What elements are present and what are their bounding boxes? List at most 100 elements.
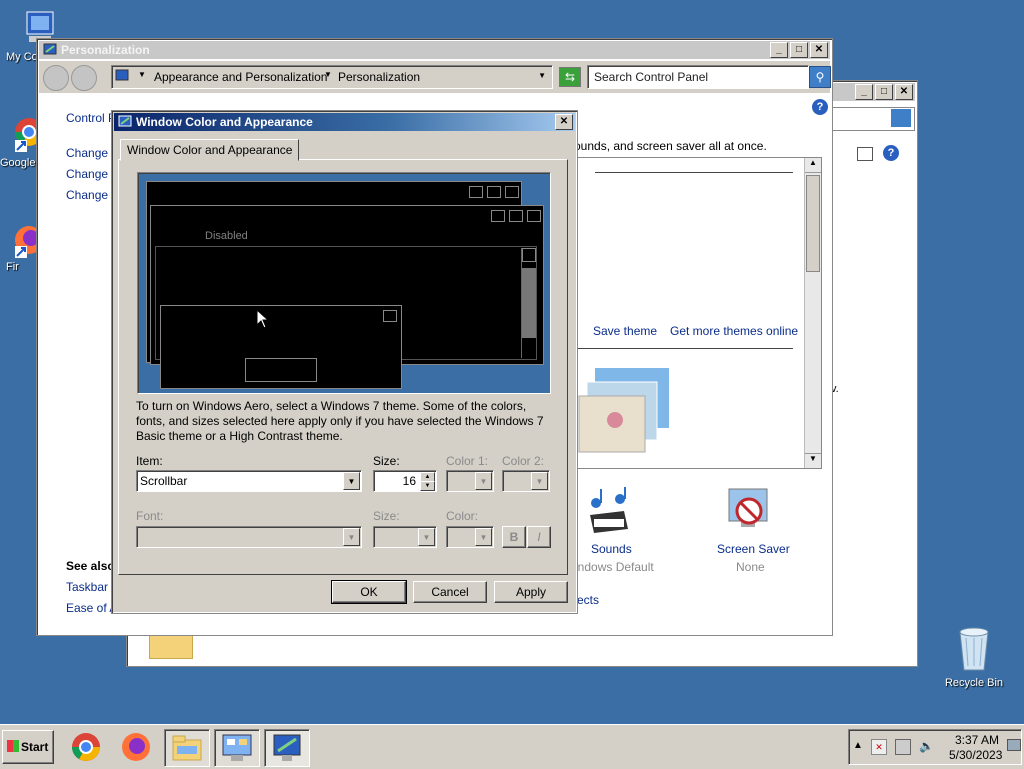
taskbar: Start ▲ ✕ 🔈 3:37 AM 5/30/2023 (0, 724, 1024, 769)
sounds-label[interactable]: Sounds (591, 542, 632, 556)
preview-button (527, 210, 541, 222)
item-select[interactable]: Scrollbar ▼ (136, 470, 362, 492)
volume-muted-icon[interactable]: 🔈 (919, 739, 934, 753)
font-color-label: Color: (446, 509, 479, 523)
breadcrumb-appearance[interactable]: Appearance and Personalization (154, 70, 327, 84)
left-link-3[interactable]: Change y (66, 188, 117, 202)
chrome-shortcut-icon (15, 118, 43, 152)
get-more-themes-link[interactable]: Get more themes online (670, 324, 798, 338)
search-icon[interactable] (891, 109, 911, 127)
chevron-down-icon[interactable]: ▼ (418, 528, 435, 546)
help-icon[interactable]: ? (883, 145, 899, 161)
see-also-link-ease[interactable]: Ease of A (66, 601, 117, 615)
chevron-down-icon[interactable]: ▼ (531, 472, 548, 490)
start-button[interactable]: Start (2, 730, 54, 764)
start-label: Start (21, 740, 49, 754)
back-button[interactable] (43, 65, 69, 91)
color1-picker[interactable]: ▼ (446, 470, 494, 492)
taskbar-control-panel[interactable] (214, 729, 260, 767)
appearance-preview[interactable]: Disabled (137, 172, 551, 394)
size-spinner[interactable]: 16 ▲ ▼ (373, 470, 437, 492)
minimize-button[interactable]: _ (855, 84, 873, 100)
show-hidden-icons-icon[interactable]: ▲ (853, 740, 863, 751)
refresh-icon[interactable]: ⇆ (559, 67, 581, 87)
view-toggle-icon[interactable] (857, 147, 873, 161)
color1-label: Color 1: (446, 454, 489, 468)
sounds-sublabel: indows Default (575, 560, 654, 574)
taskbar-firefox[interactable] (114, 729, 158, 765)
preview-scrollbar (521, 248, 536, 358)
preview-button (469, 186, 483, 198)
close-button[interactable]: ✕ (555, 114, 573, 130)
chevron-down-icon[interactable]: ▼ (343, 472, 360, 490)
maximize-button[interactable]: □ (875, 84, 893, 100)
sounds-icon[interactable] (584, 485, 634, 535)
control-panel-icon (222, 734, 252, 761)
scroll-down-icon[interactable]: ▼ (805, 453, 821, 468)
action-center-flag-icon[interactable]: ✕ (871, 739, 887, 755)
network-icon[interactable] (895, 739, 911, 755)
desktop-icon-recycle-bin[interactable]: Recycle Bin (939, 624, 1009, 689)
search-control-panel-input[interactable]: Search Control Panel (587, 65, 809, 89)
minimize-button[interactable]: _ (770, 42, 788, 58)
theme-list-scrollbar[interactable]: ▲ ▼ (804, 158, 821, 468)
taskbar-chrome[interactable] (64, 729, 108, 765)
theme-thumbnail[interactable] (575, 368, 675, 463)
italic-button[interactable]: I (527, 526, 551, 548)
cancel-button[interactable]: Cancel (413, 581, 487, 603)
theme-list-divider (575, 348, 793, 349)
spin-down-icon[interactable]: ▼ (420, 481, 435, 491)
font-size-select[interactable]: ▼ (373, 526, 437, 548)
save-theme-link[interactable]: Save theme (593, 324, 657, 338)
close-button[interactable]: ✕ (810, 42, 828, 58)
theme-list-divider (595, 172, 793, 173)
chevron-right-icon[interactable]: ▼ (138, 70, 146, 79)
scroll-thumb[interactable] (806, 175, 820, 272)
close-button[interactable]: ✕ (895, 84, 913, 100)
tab-label: Window Color and Appearance (127, 143, 293, 157)
navigation-bar: ▼ Appearance and Personalization ▼ Perso… (39, 61, 831, 93)
search-icon[interactable]: ⚲ (809, 66, 831, 88)
font-label: Font: (136, 509, 164, 523)
taskbar-personalization[interactable] (264, 729, 310, 767)
font-color-picker[interactable]: ▼ (446, 526, 494, 548)
scroll-up-icon[interactable]: ▲ (805, 158, 821, 173)
chevron-down-icon[interactable]: ▼ (343, 528, 360, 546)
window-color-dialog[interactable]: Window Color and Appearance ✕ Window Col… (111, 110, 578, 614)
control-panel-icon (115, 69, 129, 81)
preview-disabled-label: Disabled (205, 230, 248, 242)
apply-button[interactable]: Apply (494, 581, 568, 603)
address-bar[interactable]: ▼ Appearance and Personalization ▼ Perso… (111, 65, 553, 89)
preview-ok-button (245, 358, 317, 382)
screen-saver-icon[interactable] (723, 485, 773, 535)
dialog-titlebar[interactable]: Window Color and Appearance ✕ (114, 113, 575, 131)
forward-button[interactable] (71, 65, 97, 91)
preview-message-box (160, 305, 402, 389)
ok-button[interactable]: OK (331, 580, 407, 604)
bold-button[interactable]: B (502, 526, 526, 548)
personalization-icon (273, 734, 301, 761)
screen-saver-label[interactable]: Screen Saver (717, 542, 790, 556)
personalization-titlebar[interactable]: Personalization _ □ ✕ (39, 41, 830, 59)
font-select[interactable]: ▼ (136, 526, 362, 548)
theme-list[interactable]: Save theme Get more themes online ▲ ▼ (574, 157, 822, 469)
preview-button (383, 310, 397, 322)
color2-picker[interactable]: ▼ (502, 470, 550, 492)
clock-time[interactable]: 3:37 AM (955, 733, 999, 747)
address-dropdown-icon[interactable]: ▼ (538, 71, 546, 80)
control-panel-home-link[interactable]: Control P (66, 111, 116, 125)
chevron-down-icon[interactable]: ▼ (475, 472, 492, 490)
help-icon[interactable]: ? (812, 99, 828, 115)
size-value: 16 (402, 474, 416, 488)
tab-window-color[interactable]: Window Color and Appearance (120, 139, 300, 161)
maximize-button[interactable]: □ (790, 42, 808, 58)
effects-link-fragment[interactable]: ects (577, 593, 599, 607)
chevron-down-icon[interactable]: ▼ (475, 528, 492, 546)
folder-icon (149, 633, 193, 659)
clock-date[interactable]: 5/30/2023 (949, 748, 1002, 762)
aero-info-text: To turn on Windows Aero, select a Window… (136, 399, 544, 443)
taskbar-explorer[interactable] (164, 729, 210, 767)
breadcrumb-personalization[interactable]: Personalization (338, 70, 420, 84)
show-desktop-icon[interactable] (1007, 739, 1021, 751)
chevron-right-icon[interactable]: ▼ (324, 70, 332, 79)
